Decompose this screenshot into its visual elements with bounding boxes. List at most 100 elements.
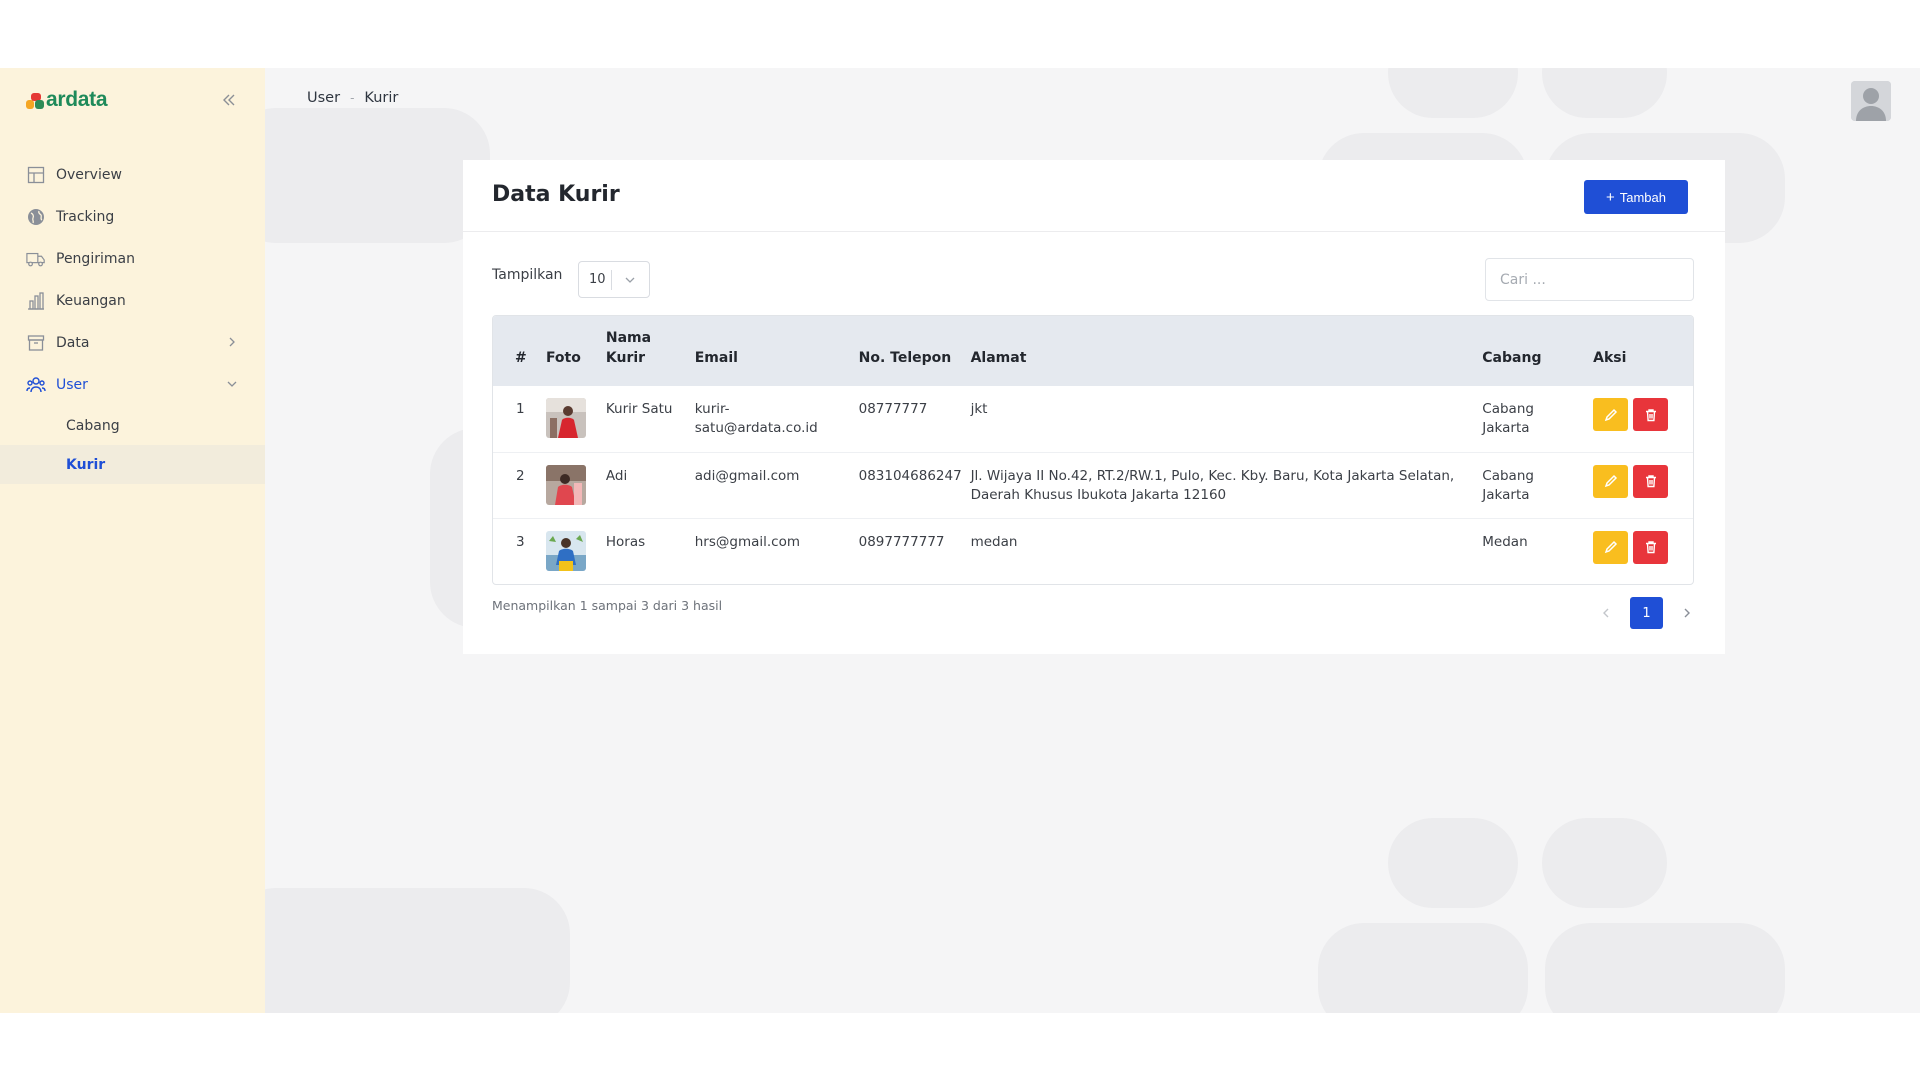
kurir-table: # Foto Nama Kurir Email No. Telepon Alam… xyxy=(492,315,1694,585)
breadcrumb-item-user[interactable]: User xyxy=(307,90,340,106)
cell-email: hrs@gmail.com xyxy=(695,518,859,584)
cell-cabang: Cabang Jakarta xyxy=(1482,386,1593,452)
watermark-shape xyxy=(230,108,490,243)
watermark-shape xyxy=(1542,68,1667,118)
watermark-shape xyxy=(1388,68,1518,118)
cell-email-line1: adi@gmail.com xyxy=(694,467,800,484)
column-header-alamat[interactable]: Alamat xyxy=(971,316,1483,386)
cell-aksi xyxy=(1593,452,1693,518)
chevron-left-icon xyxy=(1603,608,1609,618)
chevron-down-icon xyxy=(612,274,649,286)
chevron-down-icon xyxy=(227,381,237,387)
avatar[interactable] xyxy=(1851,81,1891,121)
edit-button[interactable] xyxy=(1593,530,1629,564)
page-size-value: 10 xyxy=(589,272,606,287)
pencil-icon xyxy=(1604,474,1617,488)
add-button-label: Tambah xyxy=(1619,189,1666,205)
cell-cabang-line2: Jakarta xyxy=(1482,420,1530,436)
cell-num: 1 xyxy=(516,401,525,417)
kurir-data-card: Data Kurir + Tambah Tampilkan 10 # Foto … xyxy=(463,160,1725,654)
sidebar-item-pengiriman[interactable]: Pengiriman xyxy=(0,238,265,280)
column-header-aksi: Aksi xyxy=(1593,350,1627,366)
cell-alamat-line1: jkt xyxy=(970,401,988,417)
chevron-right-icon xyxy=(1684,608,1690,618)
prev-page-button[interactable] xyxy=(1591,598,1621,628)
app-logo[interactable]: ardata xyxy=(26,88,108,112)
cell-cabang: Medan xyxy=(1482,518,1593,584)
cell-telepon: 08777777 xyxy=(858,401,928,417)
sidebar-item-user[interactable]: User xyxy=(0,364,265,406)
edit-button[interactable] xyxy=(1593,464,1629,498)
logo-mark-icon xyxy=(26,91,44,109)
watermark-shape xyxy=(1545,923,1785,1013)
cell-alamat: jkt xyxy=(971,386,1483,452)
edit-button[interactable] xyxy=(1593,398,1629,431)
pagination: 1 xyxy=(1591,597,1702,629)
breadcrumb: User - Kurir xyxy=(307,90,398,106)
sidebar-item-overview[interactable]: Overview xyxy=(0,154,265,196)
cell-nama: Kurir Satu xyxy=(605,401,673,417)
column-header-email[interactable]: Email xyxy=(695,316,859,386)
sidebar-item-tracking[interactable]: Tracking xyxy=(0,196,265,238)
truck-icon xyxy=(26,249,46,269)
cell-cabang-line2: Jakarta xyxy=(1482,486,1530,503)
archive-icon xyxy=(26,333,46,353)
cell-nama: Adi xyxy=(605,467,628,484)
bar-chart-icon xyxy=(26,291,46,311)
next-page-button[interactable] xyxy=(1672,598,1702,628)
kurir-photo[interactable] xyxy=(545,464,586,505)
watermark-shape xyxy=(1542,818,1667,908)
search-input[interactable] xyxy=(1485,258,1694,301)
page-button-current[interactable]: 1 xyxy=(1630,597,1663,629)
watermark-shape xyxy=(1318,923,1528,1013)
table-row: 1 Kurir Satu kurir- satu@ardata.co.id 08… xyxy=(493,386,1693,452)
add-kurir-button[interactable]: + Tambah xyxy=(1584,180,1688,214)
kurir-photo[interactable] xyxy=(545,398,586,438)
table-header-row: # Foto Nama Kurir Email No. Telepon Alam… xyxy=(493,316,1693,386)
column-header-cabang[interactable]: Cabang xyxy=(1482,316,1593,386)
cell-email-line1: kurir- xyxy=(694,401,730,417)
sidebar-subitem-cabang[interactable]: Cabang xyxy=(0,406,265,445)
sidebar: ardata Overview Tracking Pengiriman Keua… xyxy=(0,68,265,1013)
column-header-foto[interactable]: Foto xyxy=(546,316,606,386)
page-title: Data Kurir xyxy=(492,182,620,207)
cell-alamat-line2: Daerah Khusus Ibukota Jakarta 12160 xyxy=(970,486,1227,503)
kurir-photo[interactable] xyxy=(545,530,586,571)
cell-foto xyxy=(545,386,606,452)
cell-cabang-line1: Medan xyxy=(1482,533,1528,550)
column-header-nama[interactable]: Nama Kurir xyxy=(606,316,695,386)
top-band xyxy=(0,0,1920,68)
delete-button[interactable] xyxy=(1633,530,1669,564)
cell-cabang-line1: Cabang xyxy=(1482,401,1534,417)
trash-icon xyxy=(1645,475,1656,488)
cell-email-line2: satu@ardata.co.id xyxy=(694,420,818,436)
sidebar-item-data[interactable]: Data xyxy=(0,322,265,364)
delete-button[interactable] xyxy=(1633,464,1669,498)
cell-email-line1: hrs@gmail.com xyxy=(694,533,800,550)
cell-email: adi@gmail.com xyxy=(695,452,859,518)
cell-num: 3 xyxy=(516,533,525,550)
cell-cabang-line1: Cabang xyxy=(1482,467,1534,484)
pagination-info: Menampilkan 1 sampai 3 dari 3 hasil xyxy=(492,598,723,613)
column-header-telepon[interactable]: No. Telepon xyxy=(859,316,971,386)
breadcrumb-item-kurir: Kurir xyxy=(364,90,399,106)
bottom-band xyxy=(0,1013,1920,1080)
cell-alamat: Jl. Wijaya II No.42, RT.2/RW.1, Pulo, Ke… xyxy=(971,452,1483,518)
page-size-select[interactable]: 10 xyxy=(578,261,650,298)
sidebar-subitem-kurir[interactable]: Kurir xyxy=(0,445,265,484)
sidebar-item-label: Overview xyxy=(56,167,122,183)
cell-foto xyxy=(545,452,606,518)
grid-icon xyxy=(26,165,46,185)
logo-text: ardata xyxy=(46,88,108,111)
page-size-label: Tampilkan xyxy=(492,267,563,283)
table-row: 2 Adi adi@gmail.com 083104686247 Jl. Wij… xyxy=(493,452,1693,518)
column-header-num[interactable]: # xyxy=(493,316,546,386)
sidebar-item-keuangan[interactable]: Keuangan xyxy=(0,280,265,322)
plus-icon: + xyxy=(1605,188,1615,206)
trash-icon xyxy=(1645,408,1656,421)
column-header-nama-line2: Kurir xyxy=(605,350,646,366)
cell-aksi xyxy=(1593,386,1693,452)
delete-button[interactable] xyxy=(1633,398,1669,431)
cell-nama: Horas xyxy=(605,533,646,550)
collapse-sidebar-button[interactable] xyxy=(219,90,239,110)
